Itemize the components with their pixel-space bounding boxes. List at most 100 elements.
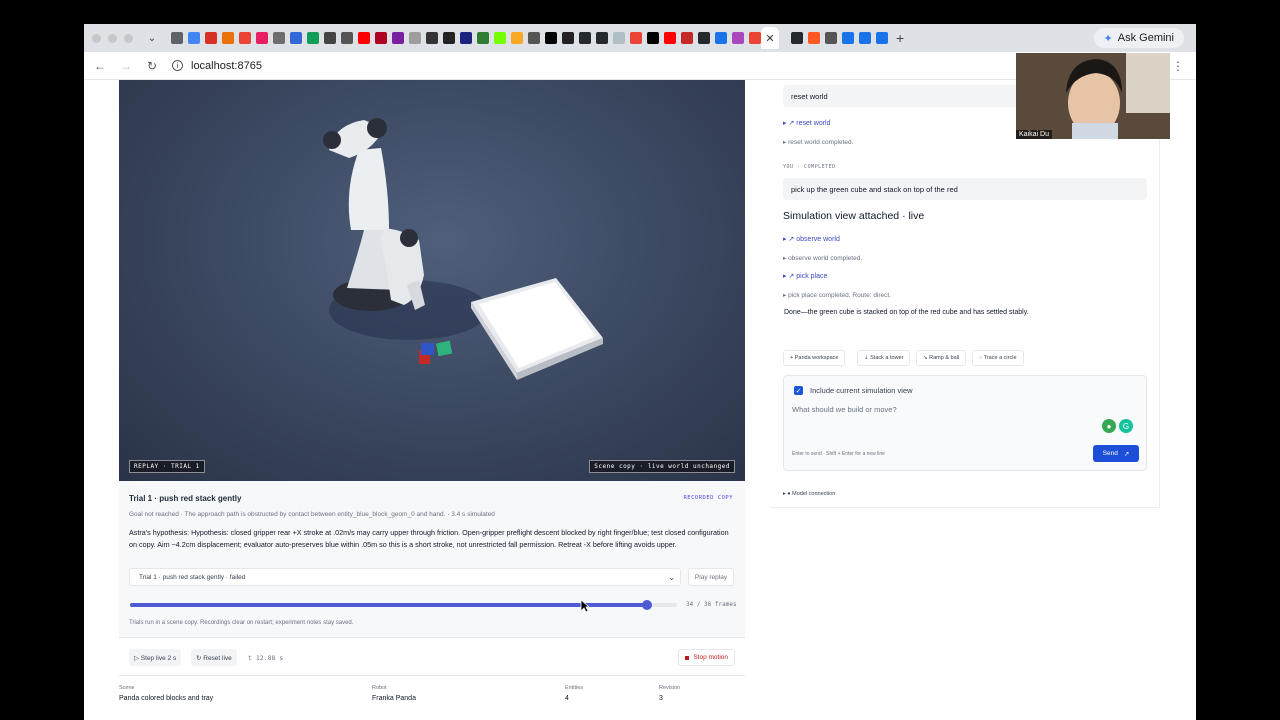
forward-arrow-icon[interactable]: → xyxy=(116,59,136,73)
hypothesis-text: Astra's hypothesis: Hypothesis: closed g… xyxy=(129,528,729,549)
frame-slider[interactable] xyxy=(130,600,677,610)
tab-favicon[interactable] xyxy=(808,32,820,44)
tab-favicon[interactable] xyxy=(664,32,676,44)
tab-search-chevron-icon[interactable]: ⌄ xyxy=(145,31,159,45)
tab-favicon[interactable] xyxy=(477,32,489,44)
stop-motion-button[interactable]: Stop motion xyxy=(678,649,735,666)
tab-favicon[interactable] xyxy=(239,32,251,44)
tab-favicon[interactable] xyxy=(409,32,421,44)
tab-favicon[interactable] xyxy=(188,32,200,44)
tab-favicon[interactable] xyxy=(222,32,234,44)
tab-favicon[interactable] xyxy=(171,32,183,44)
tab-favicon[interactable] xyxy=(647,32,659,44)
address-bar[interactable]: i localhost:8765 xyxy=(172,60,262,72)
trial-title: Trial 1 · push red stack gently xyxy=(129,494,242,503)
trial-panel: Trial 1 · push red stack gently RECORDED… xyxy=(119,481,745,638)
github-tab-icon[interactable] xyxy=(596,32,608,44)
tab-favicon[interactable] xyxy=(358,32,370,44)
tab-favicon[interactable] xyxy=(307,32,319,44)
tab-favicon[interactable] xyxy=(494,32,506,44)
tab-favicon[interactable] xyxy=(273,32,285,44)
meta-robot: Robot Franka Panda xyxy=(372,685,416,702)
tab-favicon[interactable] xyxy=(443,32,455,44)
tab-favicon[interactable] xyxy=(732,32,744,44)
tab-favicon[interactable] xyxy=(324,32,336,44)
tool-call-link[interactable]: ▸ ↗ pick place xyxy=(783,272,827,280)
model-connection-toggle[interactable]: ▸ ● Model connection xyxy=(783,491,835,497)
tool-result[interactable]: ▸ pick place completed. Route: direct. xyxy=(783,291,891,299)
reset-live-button[interactable]: ↻ Reset live xyxy=(191,649,237,666)
gmail-tab-icon[interactable] xyxy=(749,32,761,44)
tab-favicon[interactable] xyxy=(528,32,540,44)
meta-revision: Revision 3 xyxy=(659,685,680,702)
active-tab[interactable]: ✕ xyxy=(761,27,779,49)
new-tab-button[interactable]: + xyxy=(896,30,904,46)
tab-favicon[interactable] xyxy=(205,32,217,44)
tab-favicon[interactable] xyxy=(341,32,353,44)
message-input[interactable] xyxy=(792,402,1092,416)
tool-result[interactable]: ▸ reset world completed. xyxy=(783,138,853,146)
github-tab-icon[interactable] xyxy=(791,32,803,44)
trial-select[interactable]: Trial 1 · push red stack gently · failed… xyxy=(129,568,681,586)
chat-panel: reset world ▸ ↗ reset world ▸ reset worl… xyxy=(770,80,1160,508)
github-tab-icon[interactable] xyxy=(579,32,591,44)
assistant-response: Done—the green cube is stacked on top of… xyxy=(784,309,1029,316)
lightbulb-icon[interactable]: ● xyxy=(1102,419,1116,433)
ask-gemini-button[interactable]: ✦ Ask Gemini xyxy=(1093,28,1184,48)
chip-panda-workspace[interactable]: + Panda workspace xyxy=(783,350,846,366)
entities-label: Entities xyxy=(565,685,584,691)
participant-video-icon xyxy=(1016,53,1170,139)
tool-call-link[interactable]: ▸ ↗ observe world xyxy=(783,235,840,243)
tab-favicon[interactable] xyxy=(426,32,438,44)
scene-value: Panda colored blocks and tray xyxy=(119,695,214,702)
grammarly-icon[interactable]: G xyxy=(1119,419,1133,433)
sim-controls: ▷ Step live 2 s ↻ Reset live t 12.88 s S… xyxy=(119,639,745,676)
tab-favicon[interactable] xyxy=(256,32,268,44)
tab-favicon[interactable] xyxy=(545,32,557,44)
site-info-icon[interactable]: i xyxy=(172,60,183,71)
video-call-overlay[interactable]: Kaikai Du xyxy=(1016,53,1170,139)
robot-value: Franka Panda xyxy=(372,695,416,702)
minimize-window-button[interactable] xyxy=(108,33,117,43)
tab-favicon[interactable] xyxy=(876,32,888,44)
tool-call-link[interactable]: ▸ ↗ reset world xyxy=(783,119,831,127)
send-hint: Enter to send · Shift + Enter for a new … xyxy=(792,451,885,457)
tab-favicon[interactable] xyxy=(562,32,574,44)
chip-ramp-ball[interactable]: ↘ Ramp & ball xyxy=(916,350,967,366)
robot-label: Robot xyxy=(372,685,387,691)
tab-strip: ⌄ ✕ + ✦ Ask Gemini xyxy=(84,24,1196,52)
play-replay-button[interactable]: Play replay xyxy=(688,568,734,586)
tab-favicon[interactable] xyxy=(460,32,472,44)
tab-favicon[interactable] xyxy=(511,32,523,44)
tab-favicon[interactable] xyxy=(842,32,854,44)
zoom-window-button[interactable] xyxy=(124,33,133,43)
simulation-viewport[interactable]: REPLAY · TRIAL 1 Scene copy · live world… xyxy=(119,80,745,481)
address-text[interactable]: localhost:8765 xyxy=(191,60,262,72)
stop-motion-label: Stop motion xyxy=(693,654,728,661)
close-tab-icon[interactable]: ✕ xyxy=(765,32,774,45)
back-arrow-icon[interactable]: ← xyxy=(90,59,110,73)
tab-favicon[interactable] xyxy=(392,32,404,44)
tool-result[interactable]: ▸ observe world completed. xyxy=(783,254,862,262)
step-live-button[interactable]: ▷ Step live 2 s xyxy=(129,649,182,666)
entities-value: 4 xyxy=(565,695,569,702)
chip-trace-circle[interactable]: ◌ Trace a circle xyxy=(972,350,1024,366)
tab-favicon[interactable] xyxy=(613,32,625,44)
github-tab-icon[interactable] xyxy=(698,32,710,44)
send-button[interactable]: Send ↗ xyxy=(1093,445,1139,462)
tab-favicon[interactable] xyxy=(681,32,693,44)
include-view-checkbox[interactable]: ✓ xyxy=(794,386,803,395)
tab-favicon[interactable] xyxy=(715,32,727,44)
chip-stack-tower[interactable]: ⇣ Stack a tower xyxy=(857,350,911,366)
gmail-tab-icon[interactable] xyxy=(630,32,642,44)
tab-favicon[interactable] xyxy=(290,32,302,44)
tab-favicon[interactable] xyxy=(825,32,837,44)
recorded-copy-label: RECORDED COPY xyxy=(683,495,733,501)
frame-slider-knob[interactable] xyxy=(641,600,652,610)
reload-icon[interactable]: ↻ xyxy=(142,59,162,73)
tab-favicon[interactable] xyxy=(375,32,387,44)
message-composer: ✓ Include current simulation view ● G En… xyxy=(783,375,1147,471)
browser-menu-icon[interactable]: ⋮ xyxy=(1172,59,1184,73)
tab-favicon[interactable] xyxy=(859,32,871,44)
close-window-button[interactable] xyxy=(92,33,101,43)
